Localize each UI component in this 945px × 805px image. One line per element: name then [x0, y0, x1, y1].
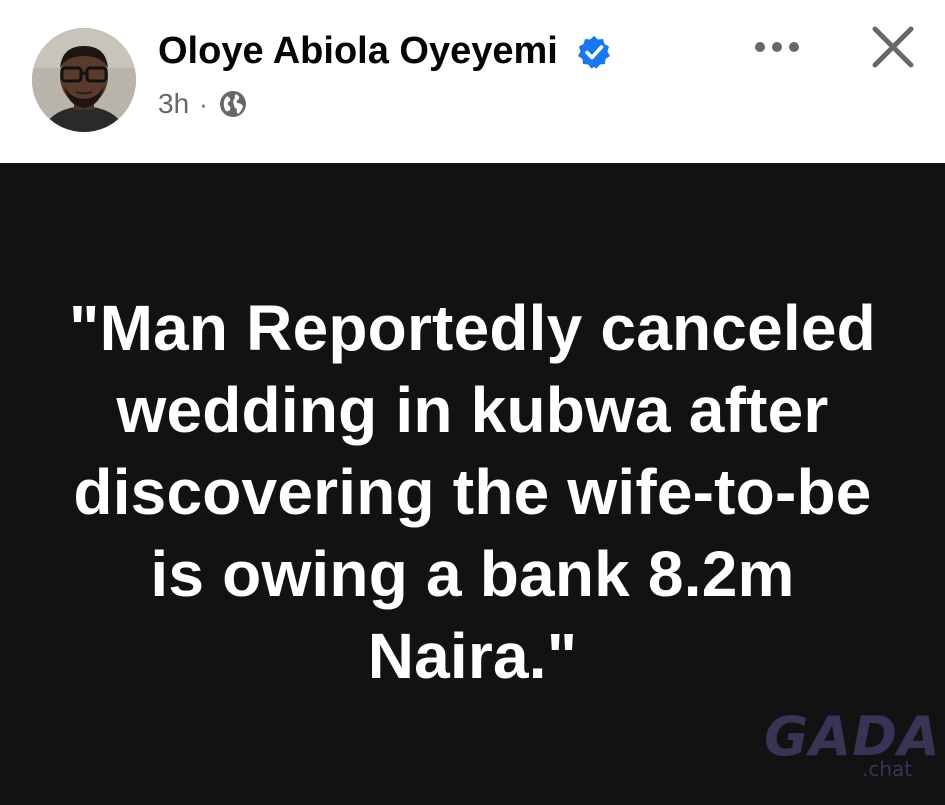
post-header: Oloye Abiola Oyeyemi 3h · [0, 0, 945, 163]
globe-icon[interactable] [218, 89, 248, 119]
post-content: "Man Reportedly canceled wedding in kubw… [0, 163, 945, 805]
more-options-icon [755, 42, 799, 52]
more-options-button[interactable] [746, 22, 808, 72]
close-button[interactable] [864, 22, 922, 72]
author-avatar[interactable] [32, 28, 136, 132]
post-text: "Man Reportedly canceled wedding in kubw… [69, 292, 876, 692]
watermark: GADA .chat [764, 709, 940, 782]
watermark-sub: .chat [862, 757, 913, 781]
verified-badge-icon [578, 36, 610, 69]
avatar-photo [32, 28, 136, 132]
author-name[interactable]: Oloye Abiola Oyeyemi [158, 30, 558, 73]
close-icon [872, 26, 914, 68]
meta-separator: · [199, 88, 208, 119]
post-card: Oloye Abiola Oyeyemi 3h · "Man Reportedl… [0, 0, 945, 805]
post-meta: 3h · [158, 86, 248, 122]
post-time[interactable]: 3h [158, 88, 189, 120]
watermark-logo: GADA [764, 705, 941, 768]
